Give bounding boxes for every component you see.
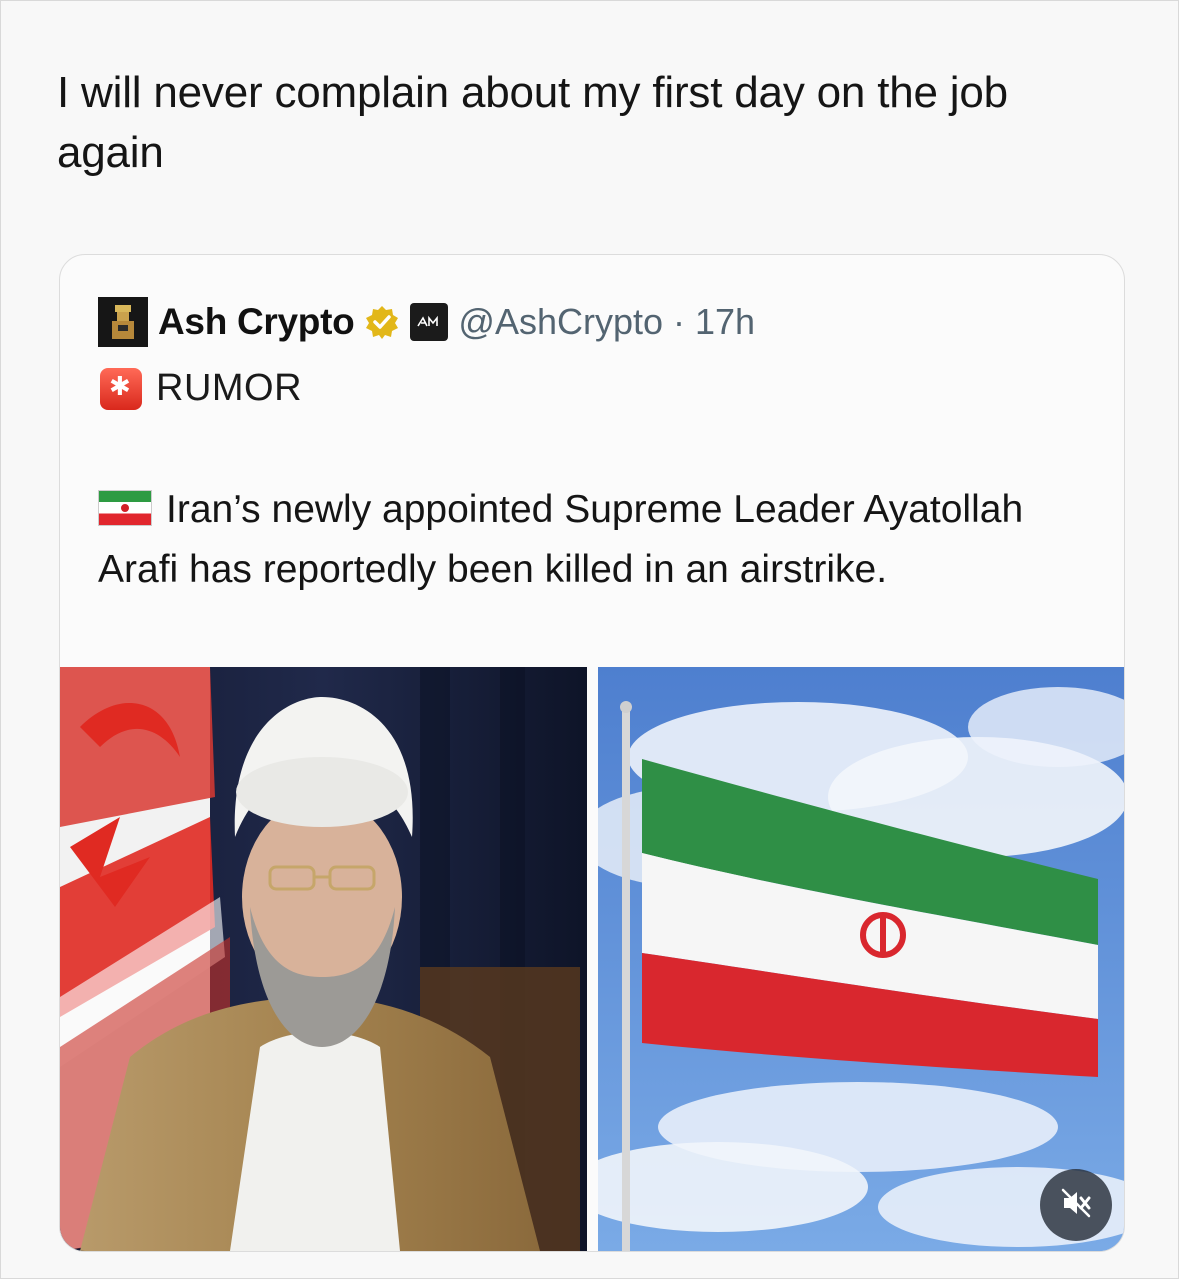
verified-badge-icon — [364, 304, 400, 340]
media-image-flag[interactable] — [598, 667, 1124, 1251]
siren-icon — [100, 367, 142, 410]
rumor-label-line: RUMOR — [100, 367, 302, 410]
author-name[interactable]: Ash Crypto — [158, 301, 355, 343]
post-text: I will never complain about my first day… — [57, 68, 1008, 177]
quoted-tweet-card[interactable]: Ash Crypto @AshCrypto · 17h RUMOR Iran’s… — [59, 254, 1125, 1252]
meta-separator: · — [673, 301, 686, 342]
rumor-label: RUMOR — [156, 367, 303, 409]
media-image-portrait[interactable] — [60, 667, 587, 1251]
author-avatar[interactable] — [98, 297, 148, 347]
speaker-muted-icon — [1059, 1186, 1093, 1225]
post-time[interactable]: 17h — [695, 301, 755, 343]
quoted-tweet-header: Ash Crypto @AshCrypto · 17h — [98, 295, 755, 349]
affiliate-badge-icon — [410, 303, 449, 341]
iran-flag-icon — [98, 490, 152, 526]
screenshot-frame: I will never complain about my first day… — [0, 0, 1179, 1279]
author-handle[interactable]: @AshCrypto — [458, 301, 663, 343]
quoted-tweet-body-text: Iran’s newly appointed Supreme Leader Ay… — [98, 488, 1024, 591]
mute-button[interactable] — [1040, 1169, 1112, 1241]
quoted-tweet-body: Iran’s newly appointed Supreme Leader Ay… — [98, 480, 1088, 600]
